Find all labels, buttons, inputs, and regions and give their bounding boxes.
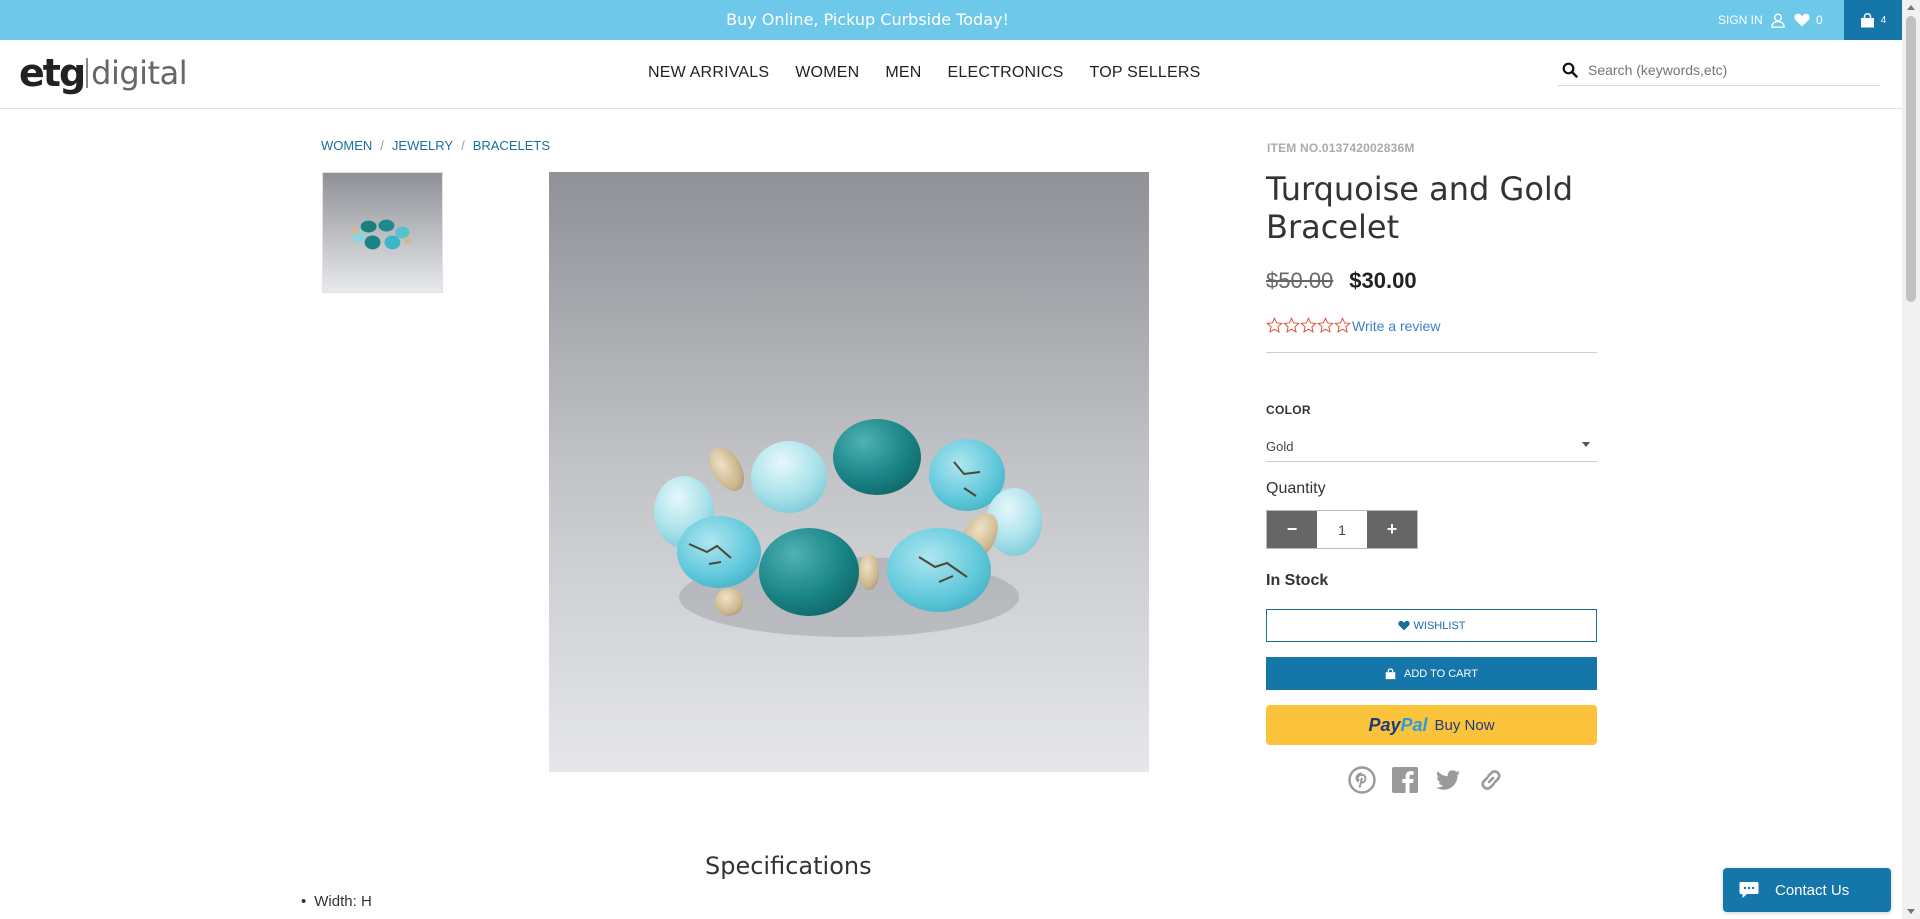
bracelet-thumbnail-image (323, 173, 442, 292)
logo-digital: digital (91, 53, 188, 92)
nav-item-new-arrivals[interactable]: NEW ARRIVALS (648, 64, 769, 82)
contact-us-button[interactable]: Contact Us (1723, 868, 1891, 912)
nav-item-men[interactable]: MEN (885, 64, 921, 82)
stock-status: In Stock (1266, 572, 1329, 589)
page-scrollbar[interactable] (1902, 0, 1920, 919)
pinterest-icon[interactable] (1348, 766, 1376, 794)
wishlist-count: 0 (1816, 13, 1823, 27)
price-block: $50.00 $30.00 (1266, 268, 1417, 294)
star-icon[interactable] (1334, 317, 1351, 334)
star-icon[interactable] (1317, 317, 1334, 334)
cart-header-button[interactable]: 4 (1844, 0, 1902, 40)
share-icons (1348, 766, 1505, 794)
product-title: Turquoise and Gold Bracelet (1266, 170, 1574, 246)
write-review-link[interactable]: Write a review (1352, 318, 1440, 334)
nav-item-electronics[interactable]: ELECTRONICS (948, 64, 1064, 82)
logo-etg: etg (19, 50, 86, 95)
breadcrumb-separator: / (461, 138, 465, 153)
specifications-heading: Specifications (705, 852, 872, 880)
site-logo[interactable]: etg digital (19, 50, 188, 95)
quantity-decrease-button[interactable]: − (1267, 511, 1317, 548)
original-price: $50.00 (1266, 268, 1334, 293)
nav-item-top-sellers[interactable]: TOP SELLERS (1090, 64, 1201, 82)
product-thumbnail[interactable] (322, 172, 443, 293)
divider (1266, 352, 1597, 353)
add-to-cart-label: ADD TO CART (1404, 667, 1478, 680)
color-selected-value: Gold (1266, 439, 1294, 454)
quantity-stepper: − 1 + (1266, 510, 1418, 549)
search-bar (1558, 54, 1880, 86)
heart-icon (1794, 13, 1810, 27)
chat-icon (1739, 882, 1759, 898)
breadcrumb-separator: / (380, 138, 384, 153)
star-icon[interactable] (1266, 317, 1283, 334)
sale-price: $30.00 (1349, 268, 1417, 293)
wishlist-header-link[interactable]: 0 (1794, 0, 1823, 40)
quantity-increase-button[interactable]: + (1367, 511, 1417, 548)
cart-count: 4 (1880, 14, 1887, 26)
facebook-icon[interactable] (1391, 766, 1419, 794)
sign-in-link[interactable]: SIGN IN (1718, 0, 1785, 40)
quantity-input[interactable]: 1 (1317, 511, 1367, 548)
scrollbar-thumb[interactable] (1906, 16, 1916, 302)
product-main-image[interactable] (549, 172, 1149, 772)
item-number: ITEM NO.013742002836M (1267, 141, 1415, 155)
shopping-bag-icon (1860, 12, 1874, 27)
wishlist-button-label: WISHLIST (1413, 619, 1466, 632)
paypal-logo: PayPal (1368, 714, 1428, 735)
site-header: etg digital NEW ARRIVALS WOMEN MEN ELECT… (0, 40, 1902, 109)
breadcrumb-women[interactable]: WOMEN (321, 138, 372, 153)
search-icon[interactable] (1562, 62, 1578, 78)
nav-item-women[interactable]: WOMEN (795, 64, 859, 82)
rating-stars[interactable] (1266, 317, 1351, 334)
heart-icon (1397, 620, 1410, 631)
breadcrumb: WOMEN / JEWELRY / BRACELETS (321, 138, 550, 153)
breadcrumb-jewelry[interactable]: JEWELRY (392, 138, 453, 153)
star-icon[interactable] (1300, 317, 1317, 334)
paypal-buy-now-label: Buy Now (1434, 716, 1495, 734)
shopping-bag-icon (1385, 667, 1396, 679)
star-icon[interactable] (1283, 317, 1300, 334)
bracelet-image (549, 172, 1149, 772)
twitter-icon[interactable] (1434, 766, 1462, 794)
scroll-down-arrow-icon[interactable] (1907, 909, 1915, 914)
main-nav: NEW ARRIVALS WOMEN MEN ELECTRONICS TOP S… (648, 40, 1201, 105)
search-input[interactable] (1588, 61, 1858, 78)
caret-down-icon (1582, 442, 1590, 447)
wishlist-button[interactable]: WISHLIST (1266, 609, 1597, 642)
breadcrumb-bracelets[interactable]: BRACELETS (473, 138, 550, 153)
promo-text: Buy Online, Pickup Curbside Today! (726, 10, 1009, 29)
link-icon[interactable] (1477, 766, 1505, 794)
contact-us-label: Contact Us (1775, 881, 1850, 899)
scroll-up-arrow-icon[interactable] (1907, 5, 1915, 10)
rating-row: Write a review (1266, 317, 1440, 334)
sign-in-label: SIGN IN (1718, 13, 1763, 27)
specifications-list: Width: H (301, 893, 372, 910)
paypal-buy-now-button[interactable]: PayPal Buy Now (1266, 705, 1597, 745)
promo-bar: Buy Online, Pickup Curbside Today! SIGN … (0, 0, 1902, 40)
color-select[interactable]: Gold (1266, 432, 1597, 462)
color-label: COLOR (1266, 403, 1311, 417)
spec-item: Width: H (301, 893, 372, 910)
add-to-cart-button[interactable]: ADD TO CART (1266, 657, 1597, 690)
user-icon (1770, 13, 1785, 28)
quantity-label: Quantity (1266, 480, 1326, 497)
logo-divider (86, 57, 89, 88)
